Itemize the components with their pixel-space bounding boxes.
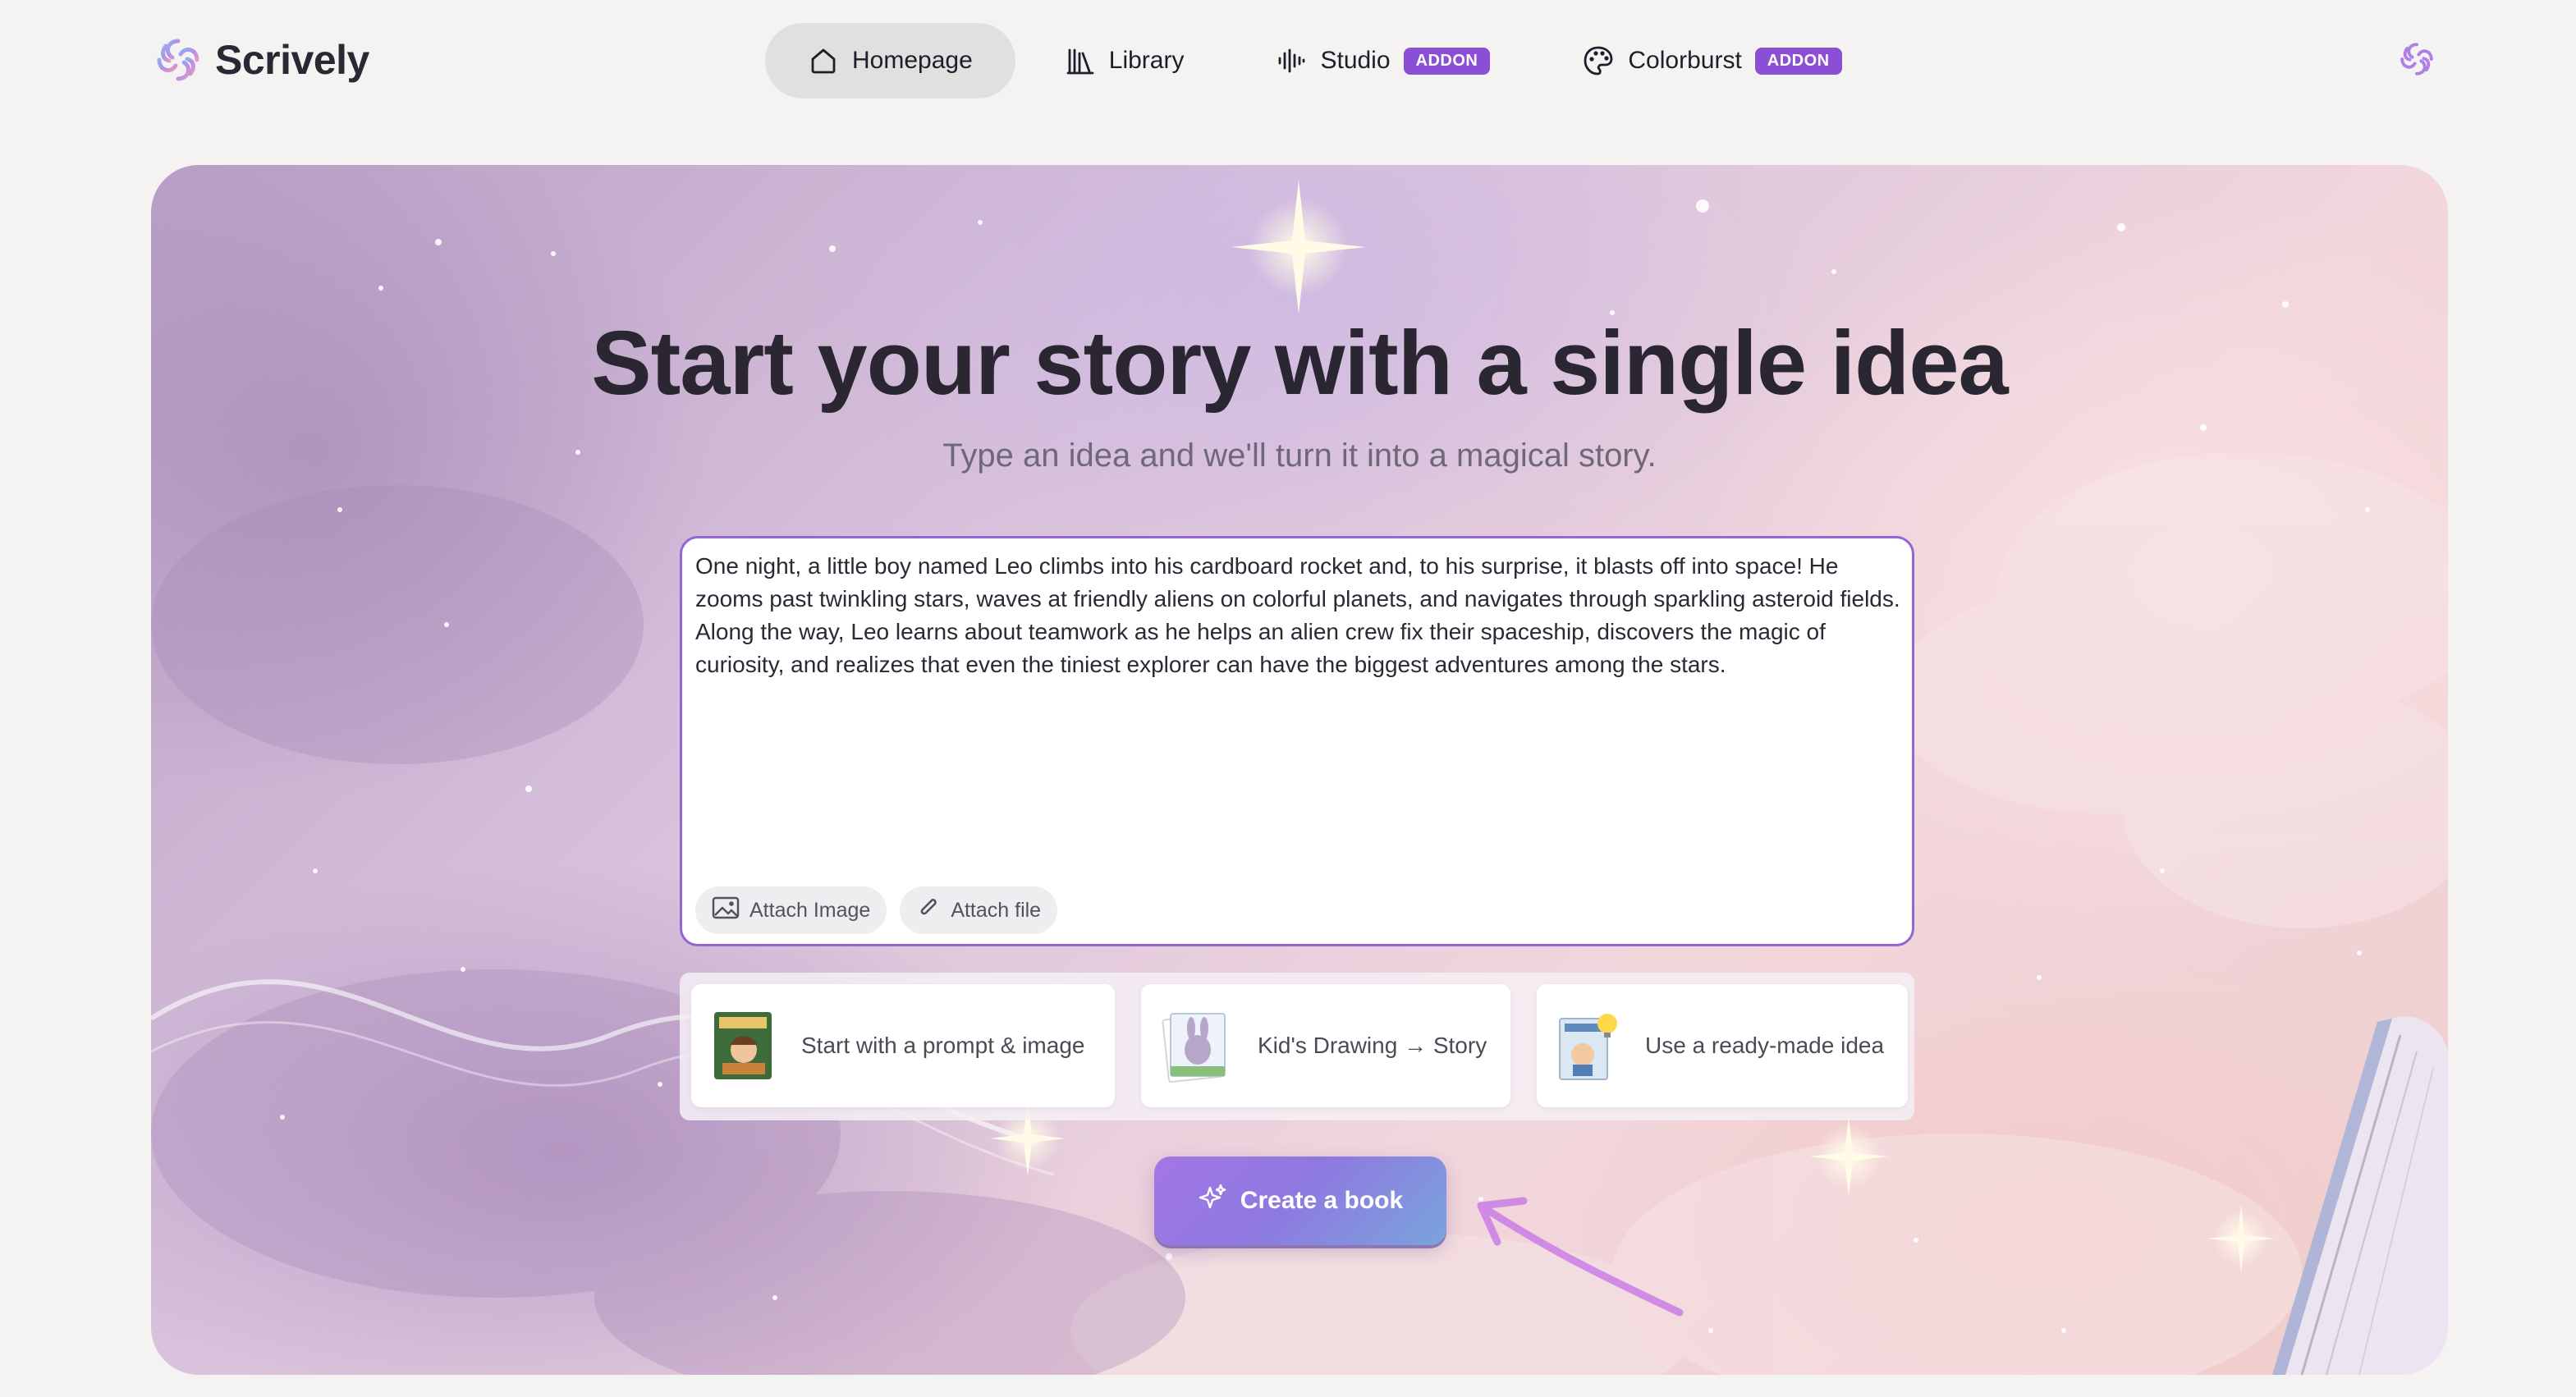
library-icon [1065, 45, 1096, 76]
nav-item-label: Colorburst [1628, 47, 1742, 74]
idea-book-thumbnail [1555, 1009, 1620, 1083]
attachment-actions: Attach Image Attach file [695, 886, 1058, 934]
top-navigation-bar: Scrively Homepage Library Studio ADDON C… [0, 0, 2576, 123]
option-label: Start with a prompt & image [801, 1033, 1085, 1058]
drawing-thumbnail [1161, 1009, 1230, 1083]
story-prompt-input[interactable]: One night, a little boy named Leo climbs… [695, 550, 1902, 681]
nav-item-label: Studio [1320, 47, 1391, 74]
option-prompt-and-image[interactable]: Start with a prompt & image [691, 984, 1115, 1107]
option-kids-drawing-to-story[interactable]: Kid's Drawing → Story [1141, 984, 1510, 1107]
addon-badge: ADDON [1403, 47, 1491, 75]
start-options: Start with a prompt & image Kid's Drawin… [680, 973, 1914, 1120]
brand-name: Scrively [215, 37, 369, 83]
home-icon [808, 45, 839, 76]
main-nav: Homepage Library Studio ADDON Colorburst… [765, 23, 1891, 98]
brand[interactable]: Scrively [153, 34, 369, 85]
waveform-icon [1276, 45, 1307, 76]
story-prompt-editor[interactable]: One night, a little boy named Leo climbs… [680, 536, 1914, 946]
hero-panel: Start your story with a single idea Type… [151, 165, 2448, 1375]
nav-item-library[interactable]: Library [1022, 23, 1227, 98]
nav-item-homepage[interactable]: Homepage [765, 23, 1015, 98]
palette-icon [1582, 44, 1615, 77]
addon-badge: ADDON [1754, 47, 1842, 75]
paperclip-icon [916, 895, 941, 927]
create-book-button[interactable]: Create a book [1154, 1157, 1446, 1245]
create-book-label: Create a book [1240, 1187, 1404, 1214]
attach-file-button[interactable]: Attach file [900, 886, 1058, 934]
option-label: Use a ready-made idea [1645, 1033, 1885, 1058]
hero-subtitle: Type an idea and we'll turn it into a ma… [942, 437, 1657, 474]
nav-item-colorburst[interactable]: Colorburst ADDON [1539, 23, 1884, 98]
sparkle-icon [1198, 1183, 1227, 1219]
nav-item-label: Homepage [852, 47, 973, 74]
attach-image-label: Attach Image [749, 898, 871, 922]
book-cover-thumbnail [711, 1009, 777, 1083]
image-icon [712, 895, 740, 926]
attach-file-label: Attach file [951, 898, 1042, 922]
attach-image-button[interactable]: Attach Image [695, 886, 887, 934]
nav-item-label: Library [1108, 47, 1185, 74]
hero-title: Start your story with a single idea [591, 313, 2008, 414]
option-label: Kid's Drawing → Story [1258, 1033, 1487, 1058]
scrively-logo-icon [153, 34, 204, 85]
account-menu-button[interactable] [2397, 39, 2436, 83]
scrively-logo-icon [2397, 43, 2436, 82]
nav-item-studio[interactable]: Studio ADDON [1233, 23, 1533, 98]
option-ready-made-idea[interactable]: Use a ready-made idea [1537, 984, 1908, 1107]
